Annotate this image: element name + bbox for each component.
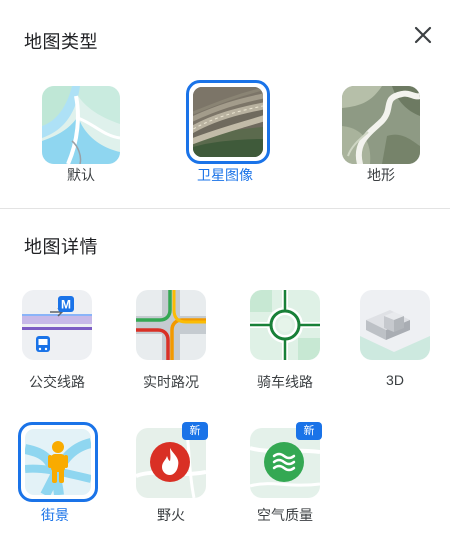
map-detail-transit-label: 公交线路	[29, 374, 85, 390]
map-type-terrain-label: 地形	[367, 167, 395, 183]
map-detail-transit-option[interactable]: M	[22, 290, 92, 360]
map-type-default-label: 默认	[67, 167, 95, 183]
terrain-map-thumbnail	[342, 86, 420, 164]
map-type-satellite-option[interactable]	[186, 80, 270, 164]
close-icon	[414, 26, 432, 44]
biking-icon	[250, 290, 320, 360]
map-type-terrain-option[interactable]	[342, 86, 420, 164]
map-type-default-option[interactable]	[42, 86, 120, 164]
map-detail-air-quality-label: 空气质量	[257, 507, 313, 523]
street-view-icon	[25, 429, 91, 495]
map-type-heading: 地图类型	[24, 32, 98, 52]
new-badge-wildfire: 新	[182, 422, 208, 440]
section-divider	[0, 208, 450, 209]
metro-badge-text: M	[61, 298, 71, 312]
new-badge-air-quality: 新	[296, 422, 322, 440]
transit-icon: M	[22, 290, 92, 360]
map-detail-biking-option[interactable]	[250, 290, 320, 360]
default-map-thumbnail	[42, 86, 120, 164]
map-detail-biking-label: 骑车线路	[257, 374, 313, 390]
map-detail-3d-option[interactable]	[360, 290, 430, 360]
close-button[interactable]	[406, 18, 440, 52]
map-detail-wildfire-label: 野火	[157, 507, 185, 523]
map-details-heading: 地图详情	[24, 237, 98, 257]
satellite-map-thumbnail	[193, 87, 263, 157]
map-detail-3d-label: 3D	[386, 372, 404, 388]
3d-buildings-icon	[360, 290, 430, 360]
map-detail-traffic-label: 实时路况	[143, 374, 199, 390]
map-detail-street-view-option[interactable]	[18, 422, 98, 502]
traffic-icon	[136, 290, 206, 360]
map-detail-street-view-label: 街景	[41, 507, 69, 523]
map-detail-traffic-option[interactable]	[136, 290, 206, 360]
map-type-satellite-label: 卫星图像	[197, 167, 253, 183]
